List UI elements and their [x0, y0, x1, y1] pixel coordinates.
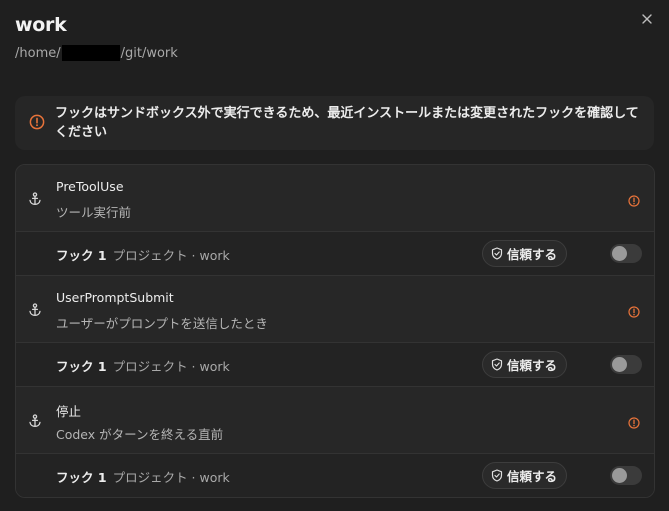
hook-label: フック 1 プロジェクト · work — [56, 467, 230, 486]
warning-text: フックはサンドボックス外で実行できるため、最近インストールまたは変更されたフック… — [55, 106, 639, 140]
toggle-knob — [612, 246, 627, 261]
hook-name: フック 1 — [56, 248, 107, 263]
shield-check-icon — [491, 358, 503, 371]
hook-label: フック 1 プロジェクト · work — [56, 245, 230, 264]
project-path: /home/ /git/work — [15, 45, 178, 61]
hook-enable-toggle[interactable] — [610, 466, 642, 485]
hooks-review-panel: work /home/ /git/work フックはサンドボックス外で実行できる… — [0, 0, 669, 511]
shield-check-icon — [491, 247, 503, 260]
trust-button[interactable]: 信頼する — [482, 240, 568, 267]
anchor-icon — [28, 413, 42, 432]
redacted-username — [61, 45, 120, 61]
page-title: work — [15, 14, 67, 36]
trust-button[interactable]: 信頼する — [482, 462, 568, 489]
path-suffix: /git/work — [120, 45, 178, 61]
warning-banner: フックはサンドボックス外で実行できるため、最近インストールまたは変更されたフック… — [15, 96, 654, 150]
event-row-stop: 停止 Codex がターンを終える直前 — [16, 387, 654, 453]
hooks-list: PreToolUse ツール実行前 フック 1 プロジェクト · work 信頼す… — [15, 164, 655, 498]
event-name: UserPromptSubmit — [56, 290, 174, 305]
toggle-knob — [612, 468, 627, 483]
info-circle-icon[interactable] — [628, 414, 640, 433]
toggle-knob — [612, 357, 627, 372]
event-row-pretooluse: PreToolUse ツール実行前 — [16, 165, 654, 231]
hook-row: フック 1 プロジェクト · work 信頼する — [16, 342, 654, 387]
hook-enable-toggle[interactable] — [610, 355, 642, 374]
event-row-userpromptsubmit: UserPromptSubmit ユーザーがプロンプトを送信したとき — [16, 276, 654, 342]
hook-enable-toggle[interactable] — [610, 244, 642, 263]
close-icon — [642, 14, 652, 24]
trust-button[interactable]: 信頼する — [482, 351, 568, 378]
event-description: ツール実行前 — [56, 205, 132, 220]
warning-circle-icon — [29, 114, 45, 134]
close-button[interactable] — [637, 9, 657, 29]
hook-label: フック 1 プロジェクト · work — [56, 356, 230, 375]
hook-row: フック 1 プロジェクト · work 信頼する — [16, 231, 654, 276]
info-circle-icon[interactable] — [628, 192, 640, 211]
event-description: Codex がターンを終える直前 — [56, 427, 224, 442]
hook-source: プロジェクト · work — [112, 248, 230, 263]
event-description: ユーザーがプロンプトを送信したとき — [56, 316, 268, 331]
info-circle-icon[interactable] — [628, 303, 640, 322]
hook-source: プロジェクト · work — [112, 359, 230, 374]
hook-name: フック 1 — [56, 359, 107, 374]
trust-button-label: 信頼する — [507, 247, 558, 262]
hook-row: フック 1 プロジェクト · work 信頼する — [16, 453, 654, 497]
anchor-icon — [28, 191, 42, 210]
hook-source: プロジェクト · work — [112, 470, 230, 485]
event-name: 停止 — [56, 404, 82, 419]
trust-button-label: 信頼する — [507, 469, 558, 484]
anchor-icon — [28, 302, 42, 321]
event-name: PreToolUse — [56, 179, 124, 194]
hook-name: フック 1 — [56, 470, 107, 485]
path-prefix: /home/ — [15, 45, 61, 61]
trust-button-label: 信頼する — [507, 358, 558, 373]
shield-check-icon — [491, 469, 503, 482]
